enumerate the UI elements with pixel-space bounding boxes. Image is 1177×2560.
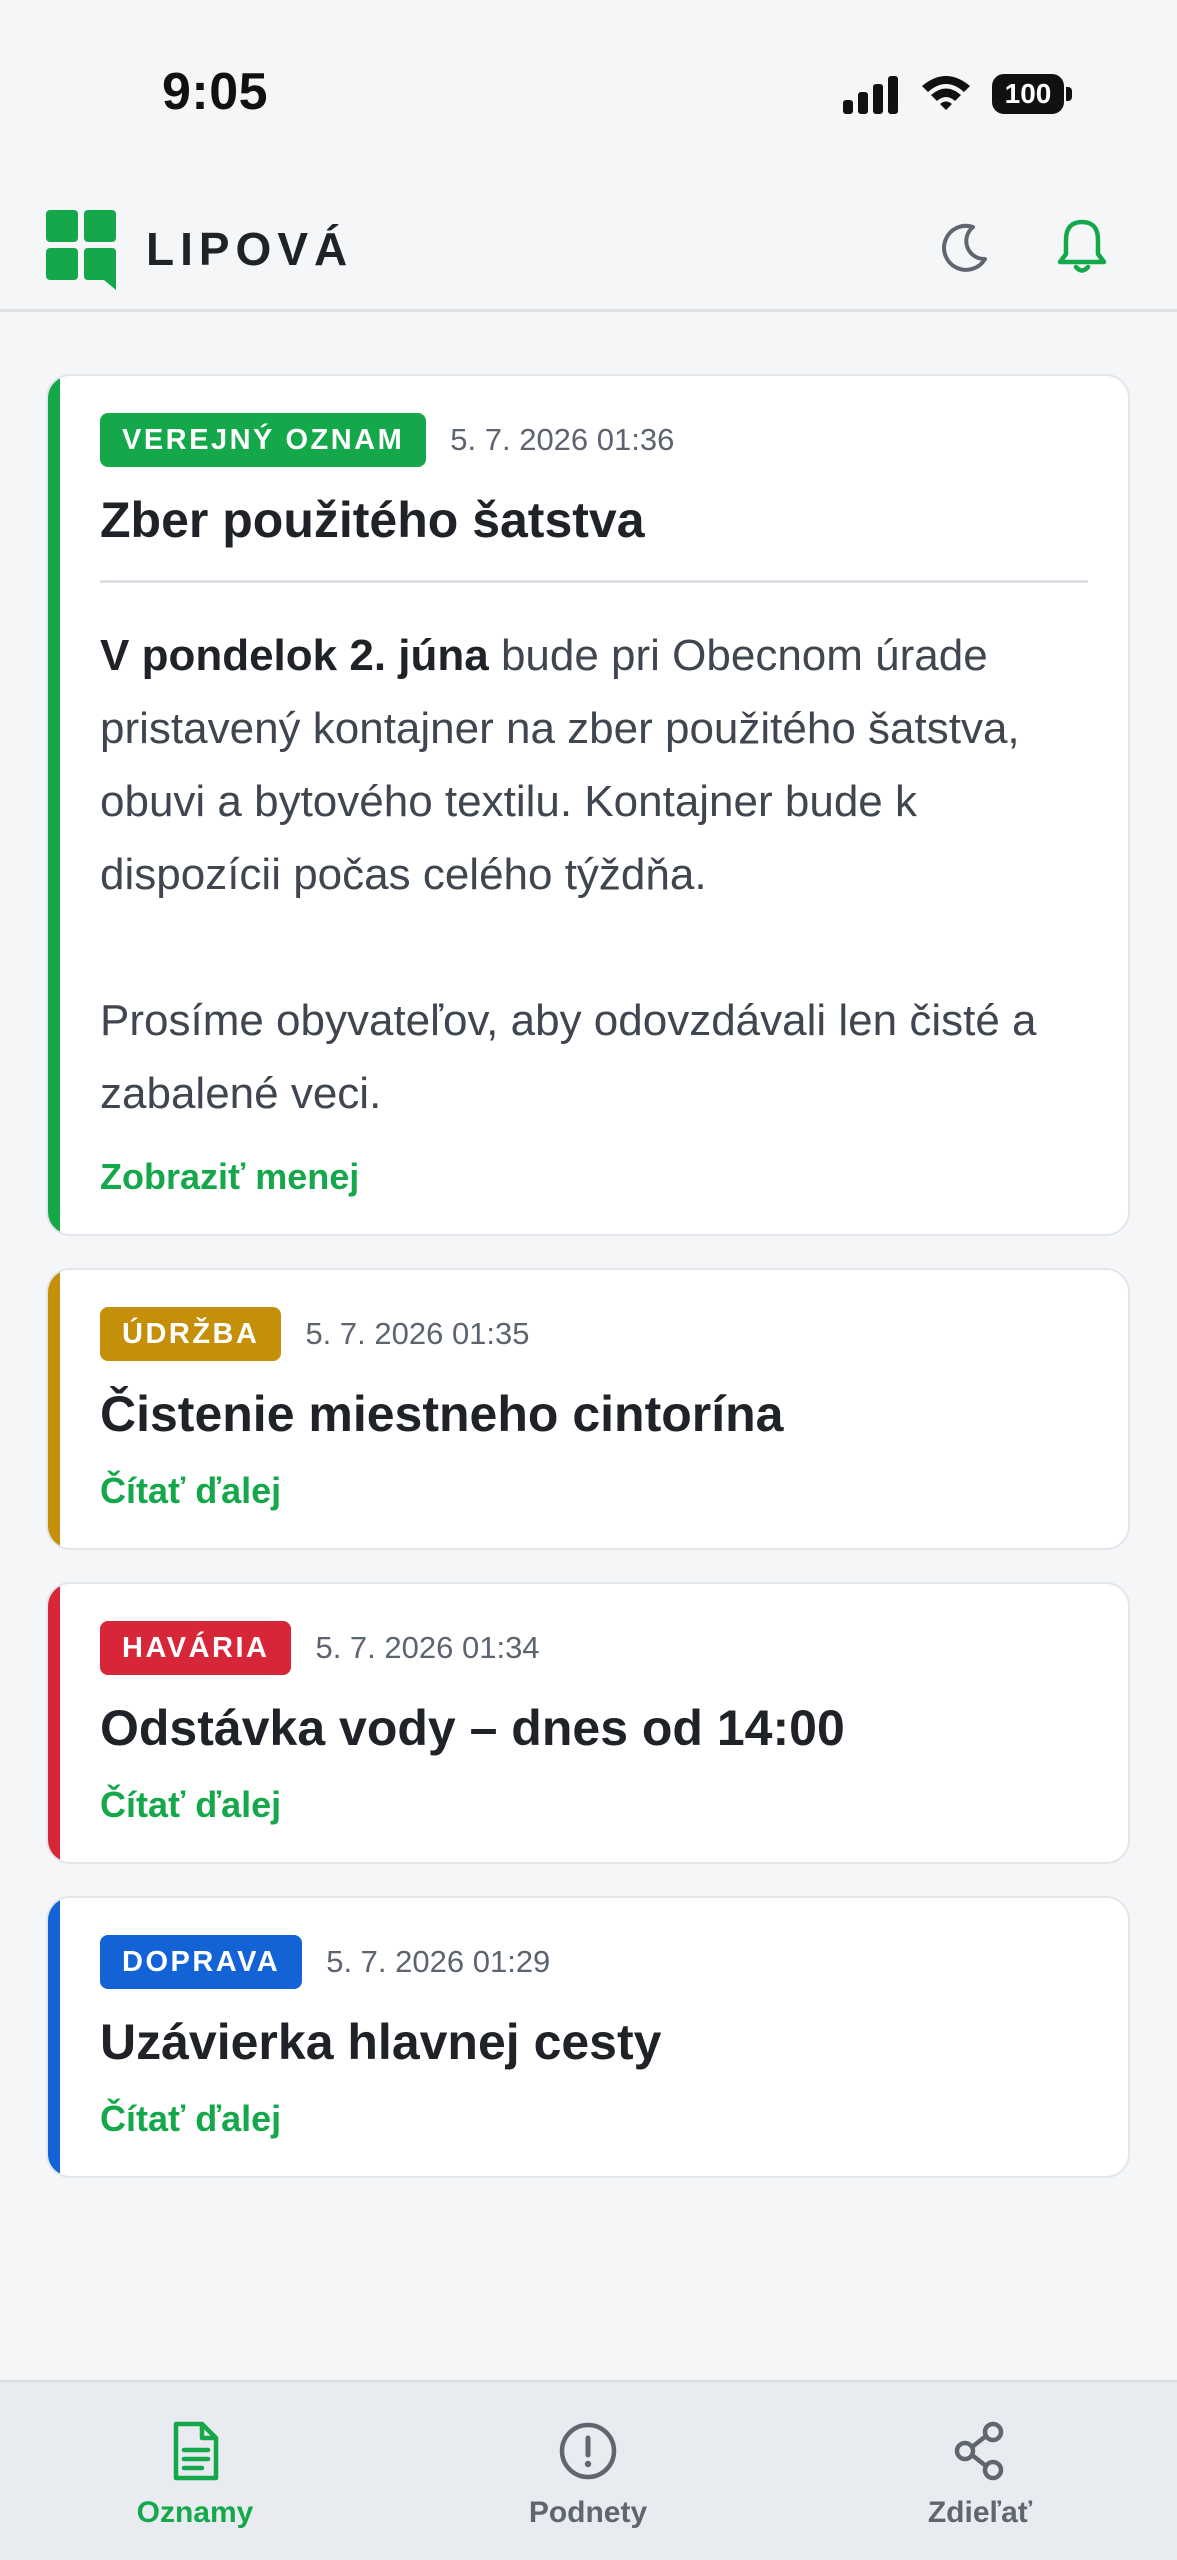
card-title: Uzávierka hlavnej cesty: [100, 2014, 662, 2070]
document-icon: [173, 2421, 219, 2481]
notifications-button[interactable]: [1050, 214, 1114, 278]
nav-label: Oznamy: [136, 2496, 254, 2529]
nav-label: Podnety: [528, 2496, 648, 2529]
card-paragraph: V pondelok 2. júna bude pri Obecnom úrad…: [100, 619, 1088, 911]
card-date: 5. 7. 2026 01:34: [315, 1630, 540, 1665]
card-date: 5. 7. 2026 01:35: [305, 1316, 530, 1351]
card-title: Zber použitého šatstva: [100, 492, 645, 548]
card-date: 5. 7. 2026 01:36: [450, 422, 675, 457]
category-badge: HAVÁRIA: [100, 1621, 292, 1675]
card-meta: DOPRAVA 5. 7. 2026 01:29: [100, 1934, 1088, 1990]
card-meta: HAVÁRIA 5. 7. 2026 01:34: [100, 1620, 1088, 1676]
nav-label: Zdieľať: [927, 2496, 1033, 2529]
announcement-card[interactable]: VEREJNÝ OZNAM 5. 7. 2026 01:36 Zber použ…: [46, 374, 1130, 1236]
card-title: Čistenie miestneho cintorína: [100, 1386, 784, 1442]
card-title: Odstávka vody – dnes od 14:00: [100, 1700, 845, 1756]
category-badge: ÚDRŽBA: [100, 1307, 282, 1361]
card-meta: VEREJNÝ OZNAM 5. 7. 2026 01:36: [100, 412, 1088, 468]
card-body-highlight: V pondelok 2. júna: [100, 631, 489, 680]
battery-level: 100: [992, 74, 1064, 114]
read-more-link[interactable]: Čítať ďalej: [100, 2098, 281, 2140]
read-more-link[interactable]: Čítať ďalej: [100, 1470, 281, 1512]
nav-item-zdielat[interactable]: Zdieľať: [860, 2418, 1100, 2530]
announcement-card[interactable]: ÚDRŽBA 5. 7. 2026 01:35 Čistenie miestne…: [46, 1268, 1130, 1550]
card-body: V pondelok 2. júna bude pri Obecnom úrad…: [100, 619, 1088, 1130]
announcement-card[interactable]: HAVÁRIA 5. 7. 2026 01:34 Odstávka vody –…: [46, 1582, 1130, 1864]
category-badge: VEREJNÝ OZNAM: [100, 413, 427, 467]
status-bar: 9:05 100: [0, 0, 1177, 180]
cellular-signal-icon: [843, 76, 899, 114]
app-screen: 9:05 100 LIPOVÁ VEREJNÝ OZNAM 5. 7. 2026…: [0, 0, 1177, 2560]
app-name: LIPOVÁ: [146, 223, 354, 275]
status-time: 9:05: [162, 63, 269, 121]
theme-toggle-button[interactable]: [934, 216, 996, 278]
battery-icon: 100: [992, 74, 1072, 114]
show-less-link[interactable]: Zobraziť menej: [100, 1156, 359, 1198]
logo-icon: [46, 210, 116, 290]
announcement-card[interactable]: DOPRAVA 5. 7. 2026 01:29 Uzávierka hlavn…: [46, 1896, 1130, 2178]
app-header: LIPOVÁ: [0, 180, 1177, 312]
read-more-link[interactable]: Čítať ďalej: [100, 1784, 281, 1826]
nav-item-oznamy[interactable]: Oznamy: [75, 2418, 315, 2530]
announcement-feed: VEREJNÝ OZNAM 5. 7. 2026 01:36 Zber použ…: [46, 374, 1130, 2210]
card-divider: [100, 580, 1088, 583]
share-icon: [954, 2421, 1004, 2481]
bottom-nav: Oznamy Podnety Zdieľať: [0, 2380, 1177, 2560]
category-badge: DOPRAVA: [100, 1935, 303, 1989]
bell-icon: [1057, 219, 1107, 273]
card-paragraph: Prosíme obyvateľov, aby odovzdávali len …: [100, 996, 1037, 1118]
alert-circle-icon: [559, 2422, 617, 2480]
nav-item-podnety[interactable]: Podnety: [468, 2418, 708, 2530]
moon-icon: [942, 223, 987, 272]
card-date: 5. 7. 2026 01:29: [326, 1944, 551, 1979]
card-meta: ÚDRŽBA 5. 7. 2026 01:35: [100, 1306, 1088, 1362]
wifi-icon: [922, 76, 970, 110]
